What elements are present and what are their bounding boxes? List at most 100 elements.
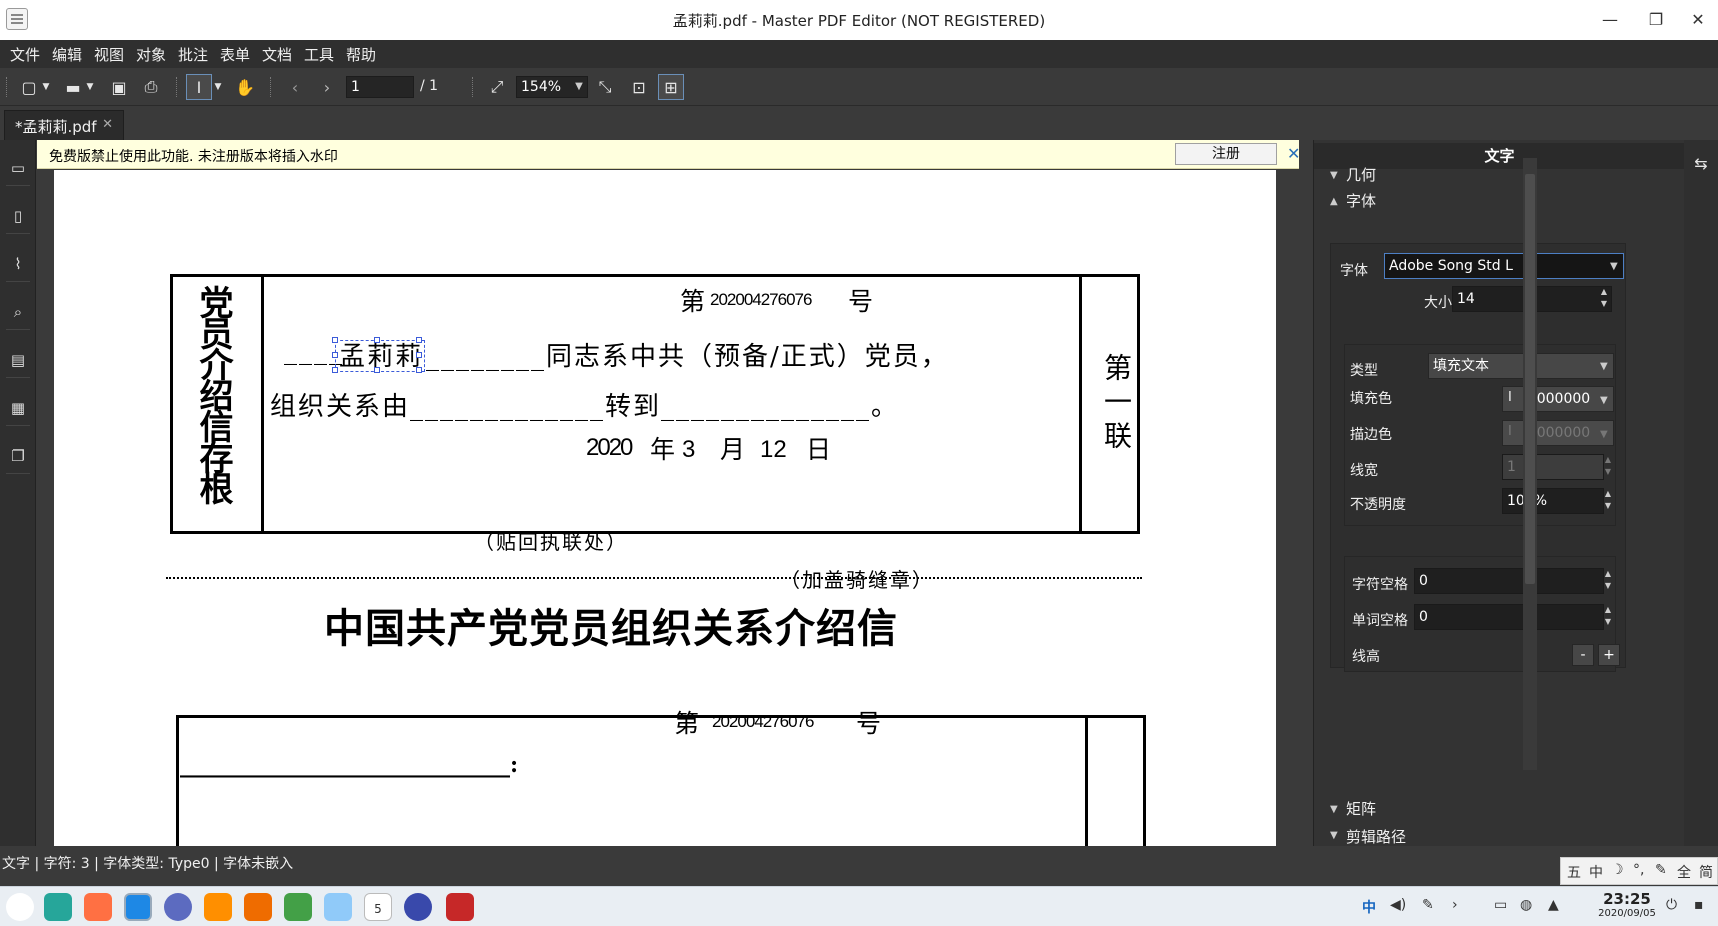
next-page-icon[interactable]: › (314, 74, 340, 100)
multitask-icon[interactable] (84, 893, 112, 921)
page-number-input[interactable]: 1 (346, 76, 414, 98)
resize-handle[interactable] (416, 367, 422, 373)
fit-page-icon[interactable]: ⤢ (484, 74, 510, 100)
resize-handle[interactable] (374, 367, 380, 373)
text-edit-tool-icon[interactable]: Ⅰ (186, 74, 212, 100)
size-stepper[interactable]: ▲ ▼ (1598, 286, 1610, 312)
stroke-dropdown-icon[interactable]: ▼ (1600, 429, 1608, 440)
panel-scrollbar[interactable] (1523, 158, 1537, 770)
new-document-icon[interactable]: ▢ (16, 74, 42, 100)
menu-help[interactable]: 帮助 (346, 44, 376, 65)
attachments-panel-icon[interactable]: ⌇ (6, 246, 30, 282)
line-height-increase-button[interactable]: + (1598, 644, 1620, 666)
tray-app-icon[interactable]: ▪ (1694, 897, 1704, 913)
archive-icon[interactable] (204, 893, 232, 921)
section-clip-path[interactable]: 剪辑路径 (1346, 826, 1406, 844)
resize-handle[interactable] (416, 352, 422, 358)
ime-simplified[interactable]: 简 (1699, 862, 1713, 882)
pen-icon[interactable]: ✎ (1422, 897, 1434, 913)
ime-pen-icon[interactable]: ✎ (1655, 862, 1667, 878)
resize-handle[interactable] (374, 337, 380, 343)
notice-close-icon[interactable]: ✕ (1287, 144, 1299, 163)
menu-file[interactable]: 文件 (10, 44, 40, 65)
opacity-input[interactable]: 100% (1502, 488, 1604, 514)
bookmarks-panel-icon[interactable]: ▯ (6, 198, 30, 234)
font-dropdown-icon[interactable]: ▼ (1610, 261, 1618, 272)
fit-width-icon[interactable]: ⊡ (626, 74, 652, 100)
thumbnails-panel-icon[interactable]: ❐ (6, 438, 30, 474)
render-type-select[interactable]: 填充文本 (1428, 353, 1614, 379)
power-icon[interactable]: ⏻ (1666, 897, 1677, 913)
section-geometry[interactable]: 几何 (1346, 164, 1376, 185)
photos-icon[interactable] (244, 893, 272, 921)
layers-panel-icon[interactable]: ▤ (6, 342, 30, 378)
chevron-up-icon[interactable]: ▲ (1330, 196, 1338, 207)
chevron-right-icon[interactable]: › (1452, 897, 1458, 913)
section-matrix[interactable]: 矩阵 (1346, 798, 1376, 819)
register-button[interactable]: 注册 (1175, 143, 1277, 165)
chevron-down-icon[interactable]: ▼ (1330, 830, 1338, 841)
fill-color-select[interactable]: #000000 (1502, 386, 1614, 412)
keyboard-icon[interactable]: ▭ (1494, 897, 1507, 913)
resize-handle[interactable] (332, 352, 338, 358)
fit-visible-icon[interactable]: ⊞ (658, 74, 684, 100)
char-spacing-input[interactable]: 0 (1414, 568, 1604, 594)
minimize-button[interactable]: — (1590, 6, 1630, 34)
edit-tool-dropdown-icon[interactable]: ▼ (212, 74, 224, 100)
network-icon[interactable]: ◍ (1520, 897, 1532, 913)
chevron-down-icon[interactable]: ▼ (1330, 170, 1338, 181)
menu-forms[interactable]: 表单 (220, 44, 250, 65)
chevron-down-icon[interactable]: ▼ (1330, 804, 1338, 815)
music-icon[interactable] (284, 893, 312, 921)
type-dropdown-icon[interactable]: ▼ (1600, 361, 1608, 372)
properties-toggle-icon[interactable]: ⇆ (1688, 150, 1714, 176)
menu-edit[interactable]: 编辑 (52, 44, 82, 65)
tab-document[interactable]: *孟莉莉.pdf ✕ (4, 110, 124, 140)
line-width-input[interactable]: 1 (1502, 454, 1604, 480)
opacity-stepper[interactable]: ▲ ▼ (1602, 488, 1614, 514)
signatures-panel-icon[interactable]: ▦ (6, 390, 30, 426)
zoom-dropdown-icon[interactable]: ▼ (570, 76, 588, 98)
new-dropdown-icon[interactable]: ▼ (40, 74, 52, 100)
actual-size-icon[interactable]: ⤡ (592, 74, 618, 100)
open-dropdown-icon[interactable]: ▼ (84, 74, 96, 100)
ime-punct[interactable]: °, (1633, 862, 1644, 878)
maximize-button[interactable]: ❐ (1636, 6, 1676, 34)
line-height-decrease-button[interactable]: - (1572, 644, 1594, 666)
app-store-icon[interactable] (124, 893, 152, 921)
word-spacing-input[interactable]: 0 (1414, 604, 1604, 630)
fill-dropdown-icon[interactable]: ▼ (1600, 395, 1608, 406)
pdf-editor-icon[interactable] (446, 893, 474, 921)
resize-handle[interactable] (416, 337, 422, 343)
line-width-stepper[interactable]: ▲ ▼ (1602, 454, 1614, 480)
pages-panel-icon[interactable]: ▭ (6, 150, 30, 186)
font-family-input[interactable]: Adobe Song Std L (1384, 253, 1624, 279)
open-folder-icon[interactable]: ▬ (60, 74, 86, 100)
clock[interactable]: 23:25 2020/09/05 (1596, 890, 1658, 919)
launcher-icon[interactable] (6, 893, 34, 921)
search-panel-icon[interactable]: ⌕ (6, 294, 30, 330)
word-spacing-stepper[interactable]: ▲ ▼ (1602, 604, 1614, 630)
menu-annotate[interactable]: 批注 (178, 44, 208, 65)
ime-indicator[interactable]: 中 (1362, 897, 1376, 917)
document-scrollbar[interactable] (1295, 170, 1299, 846)
file-manager-icon[interactable] (44, 893, 72, 921)
previous-page-icon[interactable]: ‹ (282, 74, 308, 100)
menu-object[interactable]: 对象 (136, 44, 166, 65)
menu-tools[interactable]: 工具 (304, 44, 334, 65)
ime-wubi[interactable]: 五 (1567, 862, 1581, 882)
save-icon[interactable]: ▣ (106, 74, 132, 100)
calendar-icon[interactable]: 5 (364, 893, 392, 921)
menu-view[interactable]: 视图 (94, 44, 124, 65)
ime-fullwidth[interactable]: 全 (1677, 862, 1691, 882)
section-font[interactable]: 字体 (1346, 190, 1376, 211)
menu-document[interactable]: 文档 (262, 44, 292, 65)
document-viewer-icon[interactable] (324, 893, 352, 921)
print-icon[interactable]: ⎙ (138, 74, 164, 100)
ime-moon-icon[interactable]: ☽ (1611, 862, 1624, 878)
scrollbar-thumb[interactable] (1525, 174, 1535, 584)
resize-handle[interactable] (332, 337, 338, 343)
tab-close-icon[interactable]: ✕ (102, 117, 113, 132)
settings-icon[interactable] (404, 893, 432, 921)
volume-icon[interactable]: ◀) (1390, 897, 1406, 913)
